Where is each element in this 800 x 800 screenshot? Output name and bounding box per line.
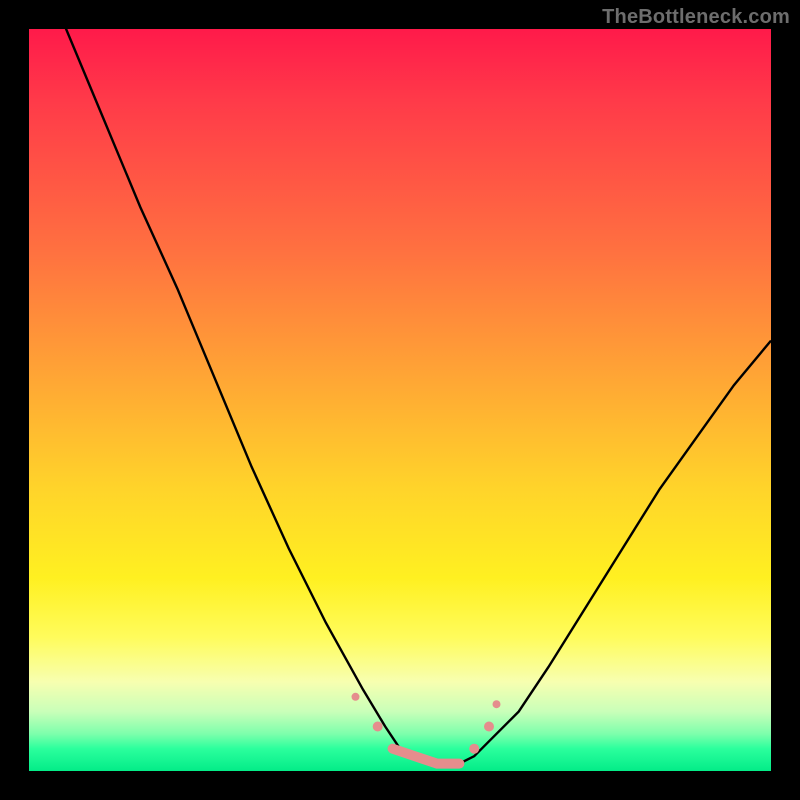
watermark-text: TheBottleneck.com — [602, 6, 790, 29]
chart-svg — [29, 29, 771, 771]
bottleneck-curve — [29, 0, 771, 764]
outer-frame: TheBottleneck.com — [0, 0, 800, 800]
